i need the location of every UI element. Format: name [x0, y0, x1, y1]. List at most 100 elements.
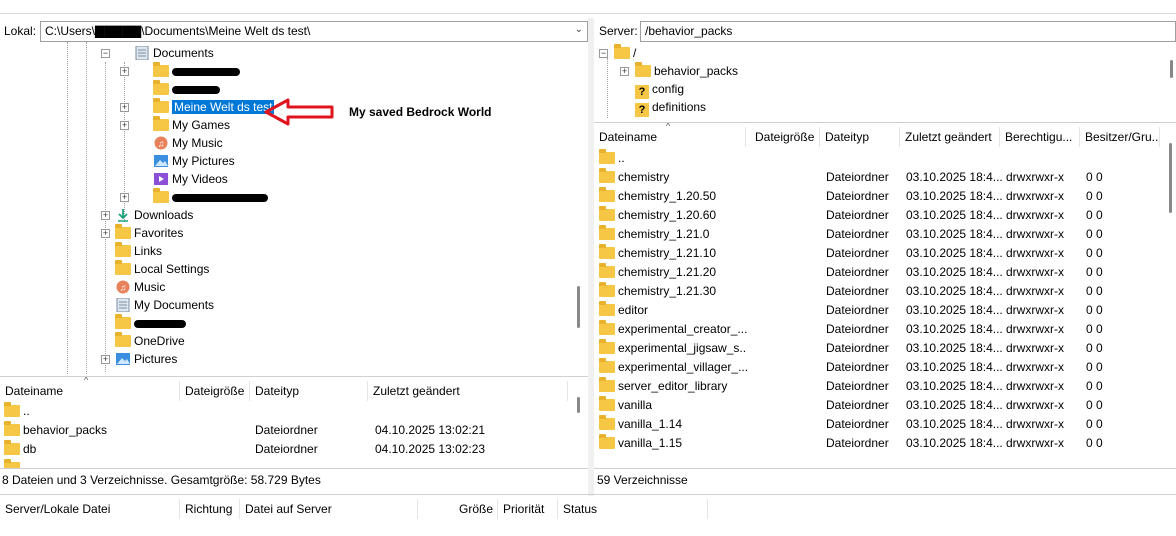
local-col-modified[interactable]: Zuletzt geändert	[368, 381, 568, 401]
expand-icon[interactable]: +	[120, 103, 129, 112]
tree-item[interactable]: OneDrive	[115, 332, 185, 350]
expand-icon[interactable]: +	[120, 121, 129, 130]
folder-icon	[115, 332, 131, 347]
local-file-list[interactable]: ^ Dateiname Dateigröße Dateityp Zuletzt …	[0, 376, 588, 468]
tree-item-label: My Pictures	[172, 154, 235, 168]
tree-item[interactable]	[153, 62, 240, 80]
tree-item[interactable]: My Games	[153, 116, 230, 134]
tree-item[interactable]: Pictures	[115, 350, 177, 368]
list-item[interactable]: chemistry_1.21.10 Dateiordner 03.10.2025 1…	[594, 244, 1164, 263]
queue-col-server-file[interactable]: Datei auf Server	[240, 499, 418, 519]
remote-path-value: /behavior_packs	[645, 24, 733, 38]
expand-icon[interactable]: +	[120, 67, 129, 76]
file-name: vanilla_1.15	[618, 436, 683, 450]
list-item[interactable]: vanilla_1.14 Dateiordner 03.10.2025 18:4..…	[594, 415, 1164, 434]
queue-col-status[interactable]: Status	[558, 499, 708, 519]
queue-col-direction[interactable]: Richtung	[180, 499, 240, 519]
list-item[interactable]: ..	[594, 149, 1164, 168]
list-item[interactable]: chemistry Dateiordner 03.10.2025 18:4... dr…	[594, 168, 1164, 187]
remote-tree-item[interactable]: ? config	[635, 80, 684, 99]
tree-item[interactable]: Links	[115, 242, 162, 260]
chevron-down-icon[interactable]: ⌄	[575, 24, 583, 35]
remote-tree-item[interactable]: ? definitions	[635, 98, 706, 117]
file-name: chemistry_1.21.10	[618, 246, 717, 260]
folder-icon	[599, 244, 615, 259]
expand-icon[interactable]: +	[101, 229, 110, 238]
expand-icon[interactable]: +	[120, 193, 129, 202]
tree-item[interactable]: Downloads	[115, 206, 193, 224]
tree-item[interactable]	[115, 314, 186, 332]
collapse-icon[interactable]: −	[599, 49, 608, 58]
music-icon: ♫	[154, 136, 168, 150]
local-col-type[interactable]: Dateityp	[250, 381, 368, 401]
list-item[interactable]: vanilla Dateiordner 03.10.2025 18:4... drwx…	[594, 396, 1164, 415]
remote-col-size[interactable]: Dateigröße	[750, 127, 820, 147]
folder-icon	[599, 301, 615, 316]
list-item[interactable]	[0, 459, 570, 468]
remote-col-permissions[interactable]: Berechtigu...	[1000, 127, 1080, 147]
file-type: Dateiordner	[826, 341, 889, 355]
remote-col-modified[interactable]: Zuletzt geändert	[900, 127, 1000, 147]
remote-col-type[interactable]: Dateityp	[820, 127, 900, 147]
tree-item[interactable]: Favorites	[115, 224, 183, 242]
queue-col-size[interactable]: Größe	[418, 499, 498, 519]
file-modified: 03.10.2025 18:4...	[906, 398, 1003, 412]
file-modified: 03.10.2025 18:4...	[906, 417, 1003, 431]
tree-item[interactable]: Documents	[134, 44, 214, 62]
file-type: Dateiordner	[826, 322, 889, 336]
tree-item[interactable]: Local Settings	[115, 260, 209, 278]
remote-tree-item[interactable]: behavior_packs	[635, 62, 738, 80]
tree-item[interactable]: My Videos	[153, 170, 228, 188]
tree-item-label: /	[633, 46, 637, 60]
local-col-size[interactable]: Dateigröße	[180, 381, 250, 401]
tree-item-label: behavior_packs	[654, 64, 739, 78]
remote-col-name[interactable]: Dateiname	[594, 127, 746, 147]
list-item[interactable]: ..	[0, 402, 570, 421]
remote-path-input[interactable]: /behavior_packs	[640, 21, 1176, 42]
tree-item[interactable]: ♫ Music	[115, 278, 165, 296]
unknown-folder-icon: ?	[635, 85, 649, 99]
tree-item[interactable]: Meine Welt ds test	[153, 98, 275, 116]
list-item[interactable]: chemistry_1.21.0 Dateiordner 03.10.2025 18…	[594, 225, 1164, 244]
remote-col-owner[interactable]: Besitzer/Gru...	[1080, 127, 1160, 147]
queue-col-file[interactable]: Server/Lokale Datei	[0, 499, 180, 519]
expand-icon[interactable]: +	[620, 67, 629, 76]
file-type: Dateiordner	[826, 265, 889, 279]
list-item[interactable]: behavior_packs Dateiordner 04.10.2025 13:0…	[0, 421, 570, 440]
list-item[interactable]: experimental_jigsaw_s... Dateiordner 03.10…	[594, 339, 1164, 358]
tree-item[interactable]: My Pictures	[153, 152, 235, 170]
file-name: behavior_packs	[23, 423, 108, 437]
expand-icon[interactable]: +	[101, 355, 110, 364]
remote-file-list[interactable]: ^ Dateiname Dateigröße Dateityp Zuletzt …	[594, 122, 1176, 468]
tree-item[interactable]: ♫ My Music	[153, 134, 223, 152]
list-item[interactable]: server_editor_library Dateiordner 03.10.20…	[594, 377, 1164, 396]
tree-item[interactable]	[153, 80, 220, 98]
list-item[interactable]: experimental_creator_... Dateiordner 03.10…	[594, 320, 1164, 339]
file-owner: 0 0	[1086, 246, 1103, 260]
list-item[interactable]: chemistry_1.21.30 Dateiordner 03.10.2025 1…	[594, 282, 1164, 301]
list-item[interactable]: experimental_villager_... Dateiordner 03.1…	[594, 358, 1164, 377]
remote-tree[interactable]: / behavior_packs ? config? definitions − +	[594, 42, 1176, 120]
collapse-icon[interactable]: −	[101, 49, 110, 58]
list-item[interactable]: editor Dateiordner 03.10.2025 18:4... drwxr…	[594, 301, 1164, 320]
list-item[interactable]: chemistry_1.21.20 Dateiordner 03.10.2025 1…	[594, 263, 1164, 282]
local-tree[interactable]: Documents − + Meine Welt ds test + My Games + ♫…	[0, 42, 588, 374]
list-item[interactable]: chemistry_1.20.60 Dateiordner 03.10.2025 1…	[594, 206, 1164, 225]
tree-item[interactable]: My Documents	[115, 296, 214, 314]
tree-item[interactable]	[153, 188, 268, 206]
remote-tree-scrollbar[interactable]	[1170, 60, 1173, 78]
local-list-scrollbar[interactable]	[577, 397, 580, 413]
folder-icon	[599, 149, 615, 164]
remote-tree-item[interactable]: /	[614, 44, 636, 62]
expand-icon[interactable]: +	[101, 211, 110, 220]
local-col-name[interactable]: Dateiname	[0, 381, 180, 401]
list-item[interactable]: db Dateiordner 04.10.2025 13:02:23	[0, 440, 570, 459]
local-path-input[interactable]: C:\Users\▇▇▇▇▇\Documents\Meine Welt ds t…	[40, 21, 588, 42]
local-tree-scrollbar[interactable]	[577, 286, 580, 328]
folder-icon	[115, 224, 131, 239]
list-item[interactable]: chemistry_1.20.50 Dateiordner 03.10.2025 1…	[594, 187, 1164, 206]
list-item[interactable]: vanilla_1.15 Dateiordner 03.10.2025 18:4..…	[594, 434, 1164, 453]
file-name: server_editor_library	[618, 379, 728, 393]
queue-col-priority[interactable]: Priorität	[498, 499, 558, 519]
remote-list-scrollbar[interactable]	[1169, 143, 1172, 213]
